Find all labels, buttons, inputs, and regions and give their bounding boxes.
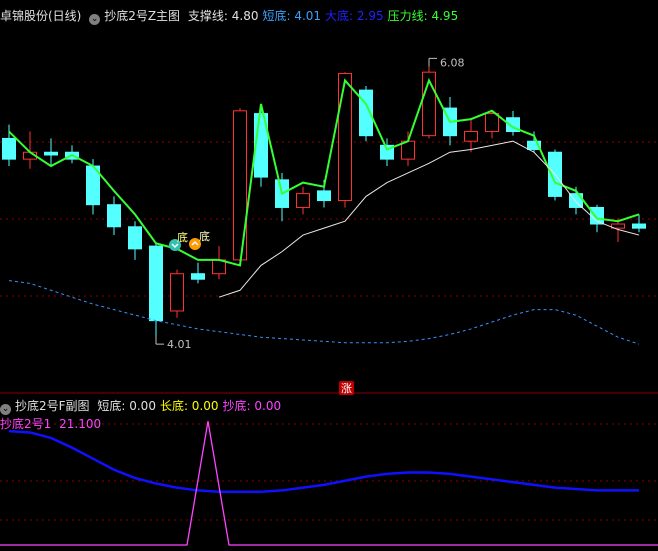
stock-name[interactable]: 卓锦股份(日线): [0, 9, 81, 23]
low-marker: [155, 336, 164, 345]
stock-chart[interactable]: 6.08 4.01 底 底涨: [0, 0, 658, 551]
sub-header: ⌄ 抄底2号F副图 短底: 0.00 长底: 0.00 抄底: 0.00: [0, 398, 289, 415]
candle-body: [170, 273, 184, 312]
chevron-down-icon[interactable]: ⌄: [0, 404, 11, 415]
main-header: 卓锦股份(日线) ⌄ 抄底2号Z主图 支撑线: 4.80 短底: 4.01 大底: 2…: [0, 8, 466, 25]
series-line-大底: [8, 429, 639, 494]
sub-indicator-values: 短底: 0.00 长底: 0.00 抄底: 0.00: [97, 399, 285, 413]
sub-line-value: 21.100: [59, 417, 102, 431]
candle-body: [632, 223, 646, 229]
main-indicator-item: 短底: 4.01: [262, 9, 322, 23]
candle-body: [485, 113, 499, 133]
chevron-down-icon[interactable]: ⌄: [89, 14, 101, 25]
main-indicator-item: 压力线: 4.95: [387, 9, 459, 23]
low-price-label: 4.01: [167, 338, 192, 351]
candle-body: [149, 245, 163, 322]
candle-body: [317, 190, 331, 202]
up-badge-label: 涨: [341, 382, 352, 395]
main-indicator-item: 支撑线: 4.80: [187, 9, 259, 23]
candle-body: [296, 193, 310, 208]
candle-body: [128, 226, 142, 250]
candle-body: [44, 151, 58, 156]
series-line-压力线: [8, 77, 640, 267]
annotations: 6.08 4.01 底 底涨: [155, 56, 465, 395]
sub-line-legend: 抄底2号1 21.100: [0, 416, 105, 432]
candle-body: [338, 73, 352, 202]
bottom-label: 底: [199, 229, 210, 243]
sub-line-label: 抄底2号1: [0, 417, 52, 431]
candles: [2, 58, 646, 345]
bottom-label: 底: [177, 230, 188, 244]
main-indicator-values: 支撑线: 4.80 短底: 4.01 大底: 2.95 压力线: 4.95: [188, 9, 462, 23]
high-marker: [428, 57, 437, 67]
sub-indicator-name[interactable]: 抄底2号F副图: [15, 399, 90, 413]
main-indicator-name[interactable]: 抄底2号Z主图: [104, 9, 180, 23]
sub-indicator-item: 短底: 0.00: [97, 399, 156, 413]
main-indicator-item: 大底: 2.95: [325, 9, 384, 23]
high-price-label: 6.08: [440, 56, 465, 69]
candle-body: [464, 131, 478, 142]
candle-body: [191, 273, 205, 280]
candle-body: [2, 137, 16, 160]
sub-indicator-item: 长底: 0.00: [159, 399, 219, 413]
series-line-短底: [8, 280, 640, 345]
sub-indicator-item: 抄底: 0.00: [222, 399, 282, 413]
candle-body: [107, 204, 121, 228]
